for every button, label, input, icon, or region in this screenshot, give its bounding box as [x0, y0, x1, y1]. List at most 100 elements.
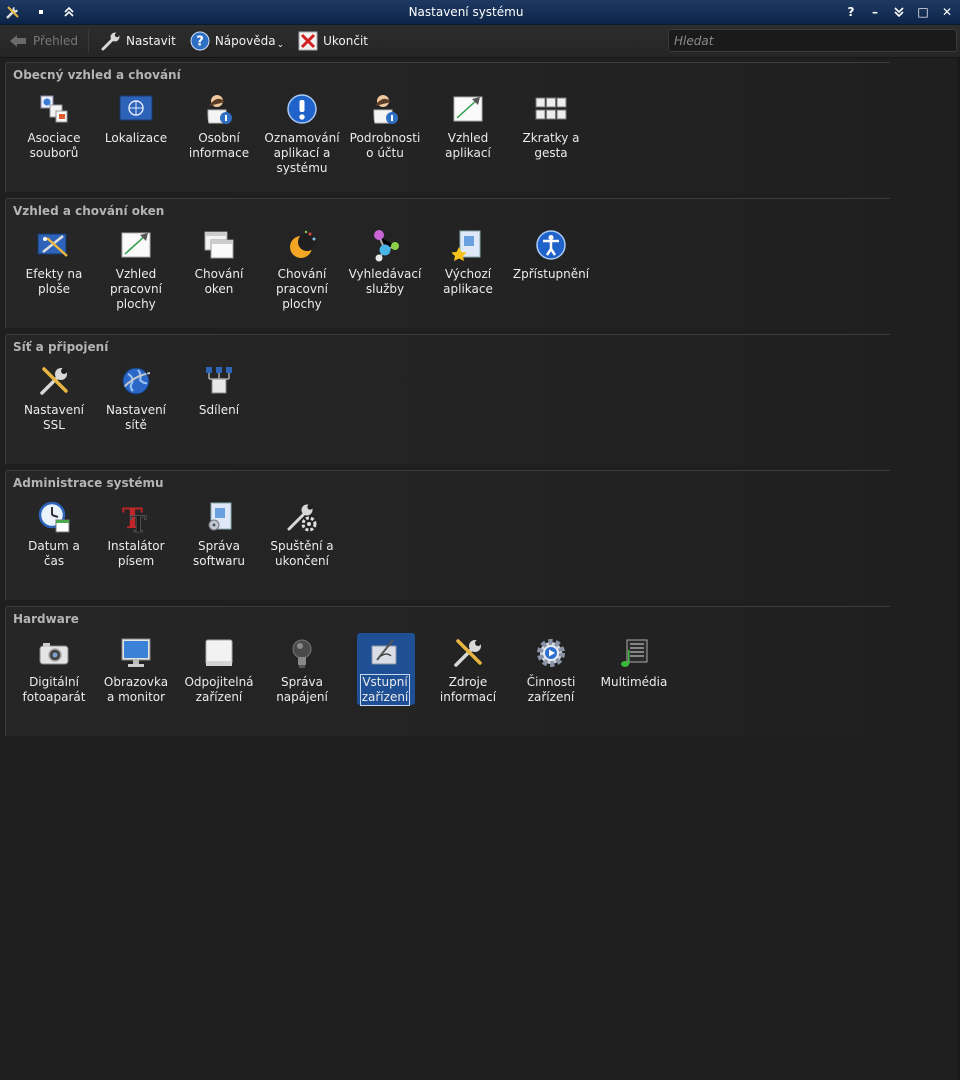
- item-label: Vzhled pracovní plochy: [110, 267, 162, 311]
- item-power-management[interactable]: Správa napájení: [262, 635, 342, 705]
- item-input-devices[interactable]: Vstupní zařízení: [345, 633, 425, 706]
- item-removable-devices[interactable]: Odpojitelná zařízení: [179, 635, 259, 705]
- item-accessibility[interactable]: Zpřístupnění: [511, 227, 591, 282]
- shade-button[interactable]: [890, 3, 908, 21]
- help-icon: ?: [190, 31, 210, 51]
- bulb-icon: [284, 635, 320, 671]
- configure-button[interactable]: Nastavit: [95, 27, 182, 55]
- item-label: Vzhled aplikací: [445, 131, 491, 160]
- item-startup-shutdown[interactable]: Spuštění a ukončení: [262, 499, 342, 569]
- item-display-monitor[interactable]: Obrazovka a monitor: [96, 635, 176, 705]
- maximize-button[interactable]: □: [914, 3, 932, 21]
- section-system-administration: Administrace systému Datum a čas TT Inst…: [5, 470, 890, 600]
- item-default-apps[interactable]: Výchozí aplikace: [428, 227, 508, 297]
- window-behavior-icon: [201, 227, 237, 263]
- item-label: Činnosti zařízení: [526, 675, 576, 704]
- camera-icon: [36, 635, 72, 671]
- item-label: Výchozí aplikace: [443, 267, 493, 296]
- quit-button[interactable]: Ukončit: [292, 27, 374, 55]
- item-device-actions[interactable]: Činnosti zařízení: [511, 635, 591, 705]
- item-network-settings[interactable]: Nastavení sítě: [96, 363, 176, 433]
- item-label: Správa softwaru: [192, 539, 246, 568]
- item-label: Vyhledávací služby: [348, 267, 422, 296]
- keep-above-icon[interactable]: [60, 3, 78, 21]
- tools-icon: [36, 363, 72, 399]
- item-personal-info[interactable]: Osobní informace: [179, 91, 259, 161]
- item-sharing[interactable]: Sdílení: [179, 363, 259, 418]
- configure-label: Nastavit: [126, 34, 176, 48]
- item-account-details[interactable]: Podrobnosti o účtu: [345, 91, 425, 161]
- item-label: Instalátor písem: [107, 539, 165, 568]
- user-info-icon: [201, 91, 237, 127]
- item-workspace-behavior[interactable]: Chování pracovní plochy: [262, 227, 342, 312]
- item-ssl-settings[interactable]: Nastavení SSL: [14, 363, 94, 433]
- item-info-sources[interactable]: Zdroje informací: [428, 635, 508, 705]
- search-services-icon: [367, 227, 403, 263]
- window-title: Nastavení systému: [408, 5, 524, 19]
- help-window-button[interactable]: ?: [842, 3, 860, 21]
- input-devices-icon: [367, 635, 403, 671]
- item-label: Lokalizace: [104, 131, 168, 145]
- item-localization[interactable]: Lokalizace: [96, 91, 176, 146]
- window-menu-dot-icon[interactable]: [32, 3, 50, 21]
- item-label: Sdílení: [198, 403, 240, 417]
- section-title: Hardware: [13, 612, 79, 626]
- item-label: Odpojitelná zařízení: [184, 675, 254, 704]
- item-shortcuts[interactable]: Zkratky a gesta: [511, 91, 591, 161]
- item-label: Efekty na ploše: [25, 267, 83, 296]
- default-apps-icon: [450, 227, 486, 263]
- item-label: Vstupní zařízení: [359, 674, 411, 706]
- item-digital-camera[interactable]: Digitální fotoaparát: [14, 635, 94, 705]
- title-bar: Nastavení systému ? – □ ✕: [0, 0, 960, 25]
- item-label: Spuštění a ukončení: [270, 539, 334, 568]
- software-icon: [201, 499, 237, 535]
- section-title: Vzhled a chování oken: [13, 204, 165, 218]
- file-associations-icon: [36, 91, 72, 127]
- minimize-button[interactable]: –: [866, 3, 884, 21]
- globe-icon: [118, 363, 154, 399]
- help-button[interactable]: ? Nápověda ⌄: [184, 27, 290, 55]
- item-label: Zdroje informací: [439, 675, 497, 704]
- item-window-behavior[interactable]: Chování oken: [179, 227, 259, 297]
- svg-text:T: T: [130, 512, 147, 534]
- item-label: Zpřístupnění: [512, 267, 590, 281]
- item-app-appearance[interactable]: Vzhled aplikací: [428, 91, 508, 161]
- item-file-associations[interactable]: Asociace souborů: [14, 91, 94, 161]
- item-label: Nastavení SSL: [23, 403, 85, 432]
- clock-icon: [36, 499, 72, 535]
- multimedia-icon: [616, 635, 652, 671]
- removable-drive-icon: [201, 635, 237, 671]
- item-label: Podrobnosti o účtu: [349, 131, 421, 160]
- chevron-down-icon: ⌄: [276, 40, 285, 50]
- item-font-installer[interactable]: TT Instalátor písem: [96, 499, 176, 569]
- font-icon: TT: [118, 499, 154, 535]
- account-icon: [367, 91, 403, 127]
- item-workspace-appearance[interactable]: Vzhled pracovní plochy: [96, 227, 176, 312]
- search-input[interactable]: [668, 29, 957, 52]
- workspace-appearance-icon: [118, 227, 154, 263]
- desktop-effects-icon: [36, 227, 72, 263]
- item-label: Chování oken: [194, 267, 244, 296]
- item-date-time[interactable]: Datum a čas: [14, 499, 94, 569]
- arrow-left-icon: [8, 31, 28, 51]
- section-window-behavior: Vzhled a chování oken Efekty na ploše Vz…: [5, 198, 890, 328]
- info-sources-icon: [450, 635, 486, 671]
- moon-icon: [284, 227, 320, 263]
- item-label: Správa napájení: [276, 675, 328, 704]
- section-title: Administrace systému: [13, 476, 164, 490]
- back-overview-button[interactable]: Přehled: [2, 27, 84, 55]
- section-title: Obecný vzhled a chování: [13, 68, 181, 82]
- close-button[interactable]: ✕: [938, 3, 956, 21]
- app-tools-icon[interactable]: [4, 3, 22, 21]
- item-multimedia[interactable]: Multimédia: [594, 635, 674, 690]
- flag-icon: [118, 91, 154, 127]
- item-search-services[interactable]: Vyhledávací služby: [345, 227, 425, 297]
- item-desktop-effects[interactable]: Efekty na ploše: [14, 227, 94, 297]
- device-actions-icon: [533, 635, 569, 671]
- section-network: Síť a připojení Nastavení SSL Nastavení …: [5, 334, 890, 464]
- item-notifications[interactable]: Oznamování aplikací a systému: [262, 91, 342, 176]
- item-label: Datum a čas: [28, 539, 80, 568]
- item-software-management[interactable]: Správa softwaru: [179, 499, 259, 569]
- help-label: Nápověda: [214, 34, 276, 48]
- item-label: Nastavení sítě: [105, 403, 167, 432]
